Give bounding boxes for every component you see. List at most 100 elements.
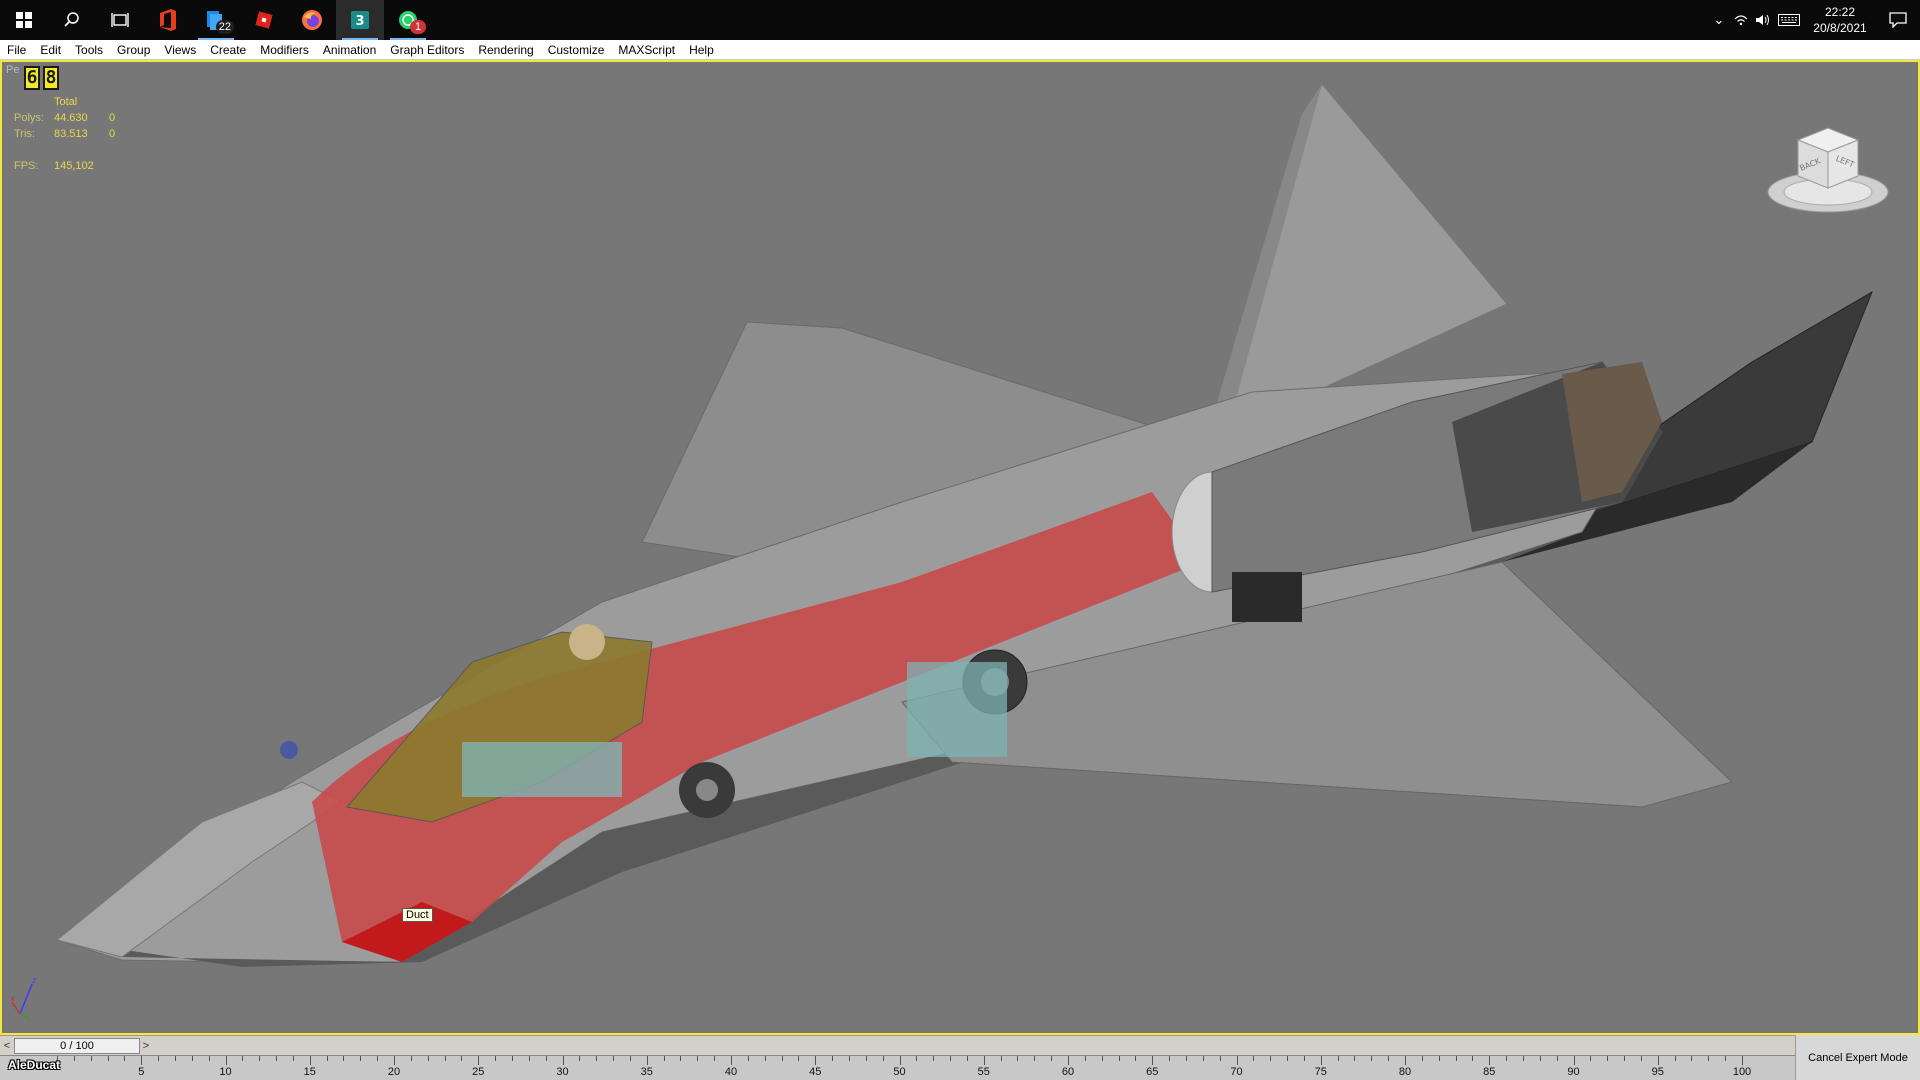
menu-rendering[interactable]: Rendering — [471, 40, 540, 60]
trackbar-tick — [444, 1056, 446, 1061]
clock[interactable]: 22:22 20/8/2021 — [1804, 4, 1876, 36]
trackbar-tick — [208, 1056, 210, 1061]
trackbar-tick — [242, 1056, 244, 1061]
trackbar-tick-label: 25 — [472, 1066, 485, 1078]
clock-time: 22:22 — [1824, 5, 1856, 19]
svg-text:x: x — [10, 994, 15, 1003]
menu-edit[interactable]: Edit — [33, 40, 68, 60]
trackbar-tick — [579, 1056, 581, 1061]
menu-tools[interactable]: Tools — [68, 40, 110, 60]
keyboard-icon[interactable] — [1774, 0, 1804, 40]
trackbar-tick — [1303, 1056, 1305, 1061]
task-view-icon — [111, 13, 129, 27]
notification-button[interactable] — [1876, 0, 1920, 40]
object-tooltip: Duct — [402, 908, 433, 922]
trackbar-tick — [141, 1056, 143, 1065]
counter-digit: 8 — [43, 66, 59, 90]
trackbar-tick — [1742, 1056, 1743, 1065]
firefox-icon — [302, 10, 322, 30]
trackbar-tick-label: 45 — [809, 1066, 822, 1078]
menu-modifiers[interactable]: Modifiers — [253, 40, 316, 60]
trackbar-tick — [1405, 1056, 1406, 1065]
svg-text:z: z — [32, 976, 36, 985]
trackbar-tick — [629, 1056, 631, 1061]
store-app[interactable]: 22 — [192, 0, 240, 40]
polys-label: Polys: — [14, 112, 44, 124]
trackbar-tick — [377, 1056, 379, 1061]
trackbar-tick — [865, 1056, 867, 1061]
firefox-app[interactable] — [288, 0, 336, 40]
trackbar-tick — [1556, 1056, 1558, 1061]
trackbar-tick — [1674, 1056, 1676, 1061]
whatsapp-app[interactable]: 1 — [384, 0, 432, 40]
time-slider[interactable]: 0 / 100 — [14, 1038, 140, 1054]
trackbar-tick — [747, 1056, 749, 1061]
prev-frame-button[interactable]: < — [1, 1038, 13, 1054]
whatsapp-badge: 1 — [410, 20, 426, 34]
wifi-icon[interactable] — [1730, 0, 1752, 40]
polys-total: 44.630 — [54, 112, 88, 124]
3dsmax-app[interactable]: 3 — [336, 0, 384, 40]
search-button[interactable] — [48, 0, 96, 40]
trackbar-tick — [191, 1056, 193, 1061]
trackbar-tick — [1472, 1056, 1474, 1061]
trackbar-tick — [1539, 1056, 1541, 1061]
trackbar-tick — [832, 1056, 834, 1061]
chevron-up-icon[interactable]: ⌄ — [1708, 0, 1730, 40]
perspective-viewport[interactable]: Pe 6 8 Total Polys: 44.630 0 Tris: 83.51… — [0, 60, 1920, 1035]
trackbar-tick-label: 50 — [893, 1066, 906, 1078]
3dsmax-icon: 3 — [351, 11, 369, 29]
trackbar-tick — [1000, 1056, 1002, 1061]
trackbar-tick-label: 60 — [1061, 1066, 1075, 1078]
cancel-expert-mode-button[interactable]: Cancel Expert Mode — [1795, 1035, 1920, 1080]
trackbar-tick — [781, 1056, 783, 1061]
trackbar-tick — [225, 1056, 227, 1065]
trackbar-tick — [1640, 1056, 1642, 1061]
trackbar-tick — [1388, 1056, 1390, 1061]
trackbar-tick — [343, 1056, 345, 1061]
menu-maxscript[interactable]: MAXScript — [611, 40, 682, 60]
trackbar-tick — [1152, 1056, 1154, 1065]
viewport-label[interactable]: Pe — [6, 64, 19, 76]
roblox-app[interactable] — [240, 0, 288, 40]
viewcube[interactable]: BACK LEFT — [1766, 118, 1890, 216]
clock-date: 20/8/2021 — [1813, 21, 1867, 35]
trackbar-tick — [1607, 1056, 1609, 1061]
tris-label: Tris: — [14, 128, 35, 140]
trackbar-tick — [259, 1056, 261, 1061]
trackbar-tick — [1725, 1056, 1727, 1061]
menu-file[interactable]: File — [0, 40, 33, 60]
menu-animation[interactable]: Animation — [316, 40, 383, 60]
trackbar-tick — [798, 1056, 800, 1061]
menu-help[interactable]: Help — [682, 40, 721, 60]
trackbar-tick — [1455, 1056, 1457, 1061]
trackbar-tick — [73, 1056, 75, 1061]
aircraft-model[interactable] — [2, 62, 1918, 1033]
menu-graph-editors[interactable]: Graph Editors — [383, 40, 471, 60]
time-slider-bar: < 0 / 100 > — [0, 1035, 1920, 1055]
polys-selected: 0 — [109, 112, 116, 124]
trackbar-tick-label: 90 — [1567, 1066, 1580, 1078]
trackbar-tick — [360, 1056, 362, 1061]
office-app[interactable] — [144, 0, 192, 40]
task-view-button[interactable] — [96, 0, 144, 40]
trackbar-tick — [478, 1056, 480, 1065]
trackbar-tick — [1287, 1056, 1289, 1061]
menu-create[interactable]: Create — [203, 40, 253, 60]
menu-customize[interactable]: Customize — [541, 40, 612, 60]
trackbar-tick — [1253, 1056, 1255, 1061]
menu-views[interactable]: Views — [157, 40, 203, 60]
trackbar-tick — [511, 1056, 513, 1061]
trackbar-tick-label: 15 — [303, 1066, 316, 1078]
trackbar[interactable]: 5 10 15 20 25 30 35 40 45 50 55 60 65 70 75 80 85 90 95 100 — [0, 1055, 1795, 1080]
trackbar-tick-label: 70 — [1230, 1066, 1243, 1078]
start-button[interactable] — [0, 0, 48, 40]
menu-group[interactable]: Group — [110, 40, 157, 60]
trackbar-tick — [714, 1056, 716, 1061]
next-frame-button[interactable]: > — [140, 1038, 152, 1054]
trackbar-tick — [309, 1056, 311, 1065]
trackbar-tick — [1573, 1056, 1575, 1065]
volume-icon[interactable] — [1752, 0, 1774, 40]
roblox-icon — [255, 11, 273, 29]
trackbar-tick — [697, 1056, 699, 1061]
